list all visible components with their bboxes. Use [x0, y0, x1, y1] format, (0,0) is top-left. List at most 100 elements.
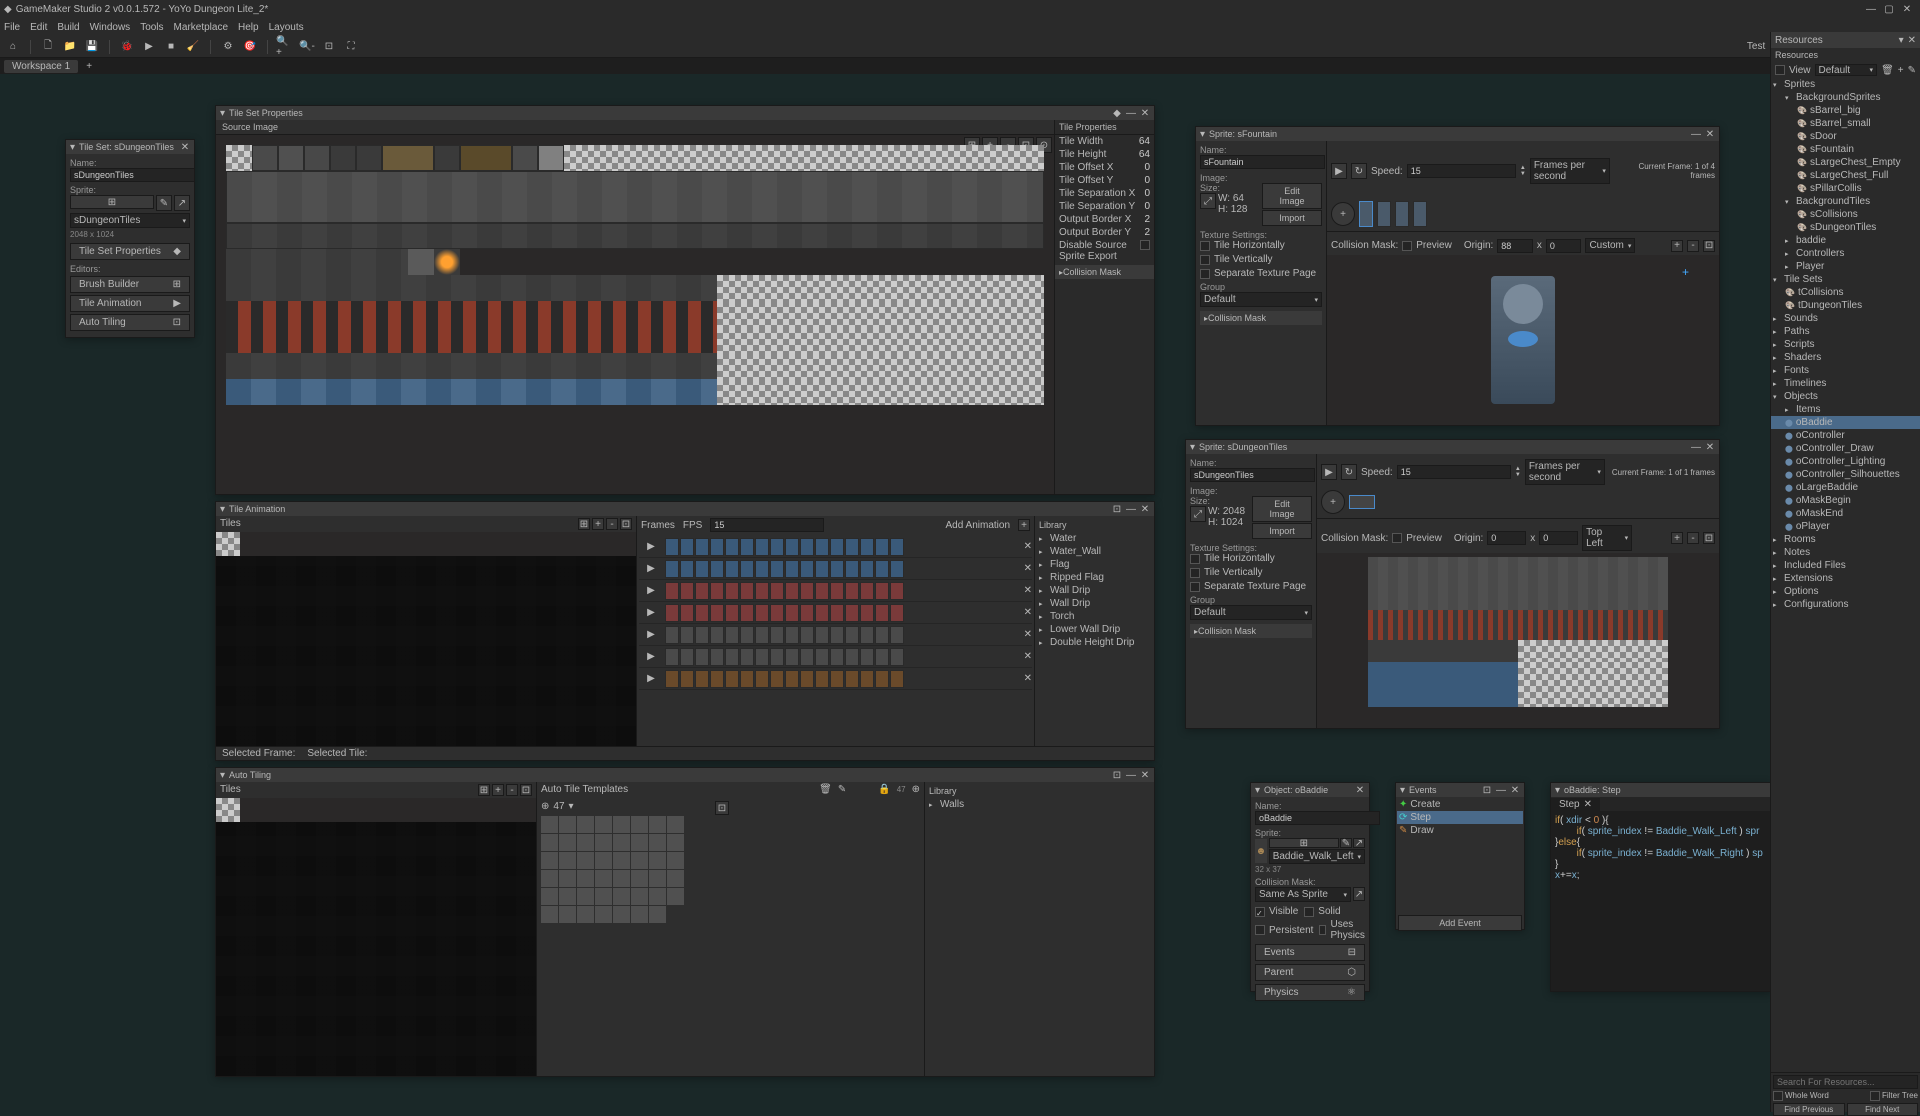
add-template-icon[interactable]: ⊕ [541, 801, 549, 812]
tree-obj-item[interactable]: oPlayer [1771, 520, 1920, 533]
visible-checkbox[interactable] [1255, 907, 1265, 917]
preview-checkbox[interactable] [1392, 533, 1402, 543]
tree-obj-item[interactable]: oMaskBegin [1771, 494, 1920, 507]
tree-sprite-item[interactable]: sDoor [1771, 130, 1920, 143]
origin-mode-dropdown[interactable]: Top Left [1582, 525, 1632, 551]
filter-tree-checkbox[interactable] [1870, 1091, 1880, 1101]
menu-marketplace[interactable]: Marketplace [174, 22, 228, 33]
home-button[interactable]: ⌂ [4, 38, 22, 56]
speed-input[interactable] [1407, 164, 1516, 178]
collapse-icon[interactable]: — [1126, 108, 1136, 118]
tree-tilesets[interactable]: Tile Sets [1771, 273, 1920, 286]
add-icon[interactable]: + [1018, 519, 1030, 531]
zoom-out-button[interactable]: - [606, 518, 618, 530]
frame-thumb[interactable] [1359, 201, 1373, 227]
tree-timelines[interactable]: Timelines [1771, 377, 1920, 390]
zoom-out-button[interactable]: - [506, 784, 518, 796]
frame-thumb[interactable] [1395, 201, 1409, 227]
origin-mode-dropdown[interactable]: Custom [1585, 238, 1635, 253]
brush-builder-button[interactable]: Brush Builder⊞ [70, 276, 190, 293]
find-prev-button[interactable]: Find Previous [1773, 1103, 1845, 1116]
dropdown-icon[interactable]: ▾ [1899, 35, 1904, 46]
pin-icon[interactable]: ◆ [1112, 108, 1122, 118]
tree-options[interactable]: Options [1771, 585, 1920, 598]
add-icon[interactable]: ⊕ [912, 784, 920, 795]
auto-tiling-button[interactable]: Auto Tiling⊡ [70, 314, 190, 331]
minimize-button[interactable]: — [1864, 2, 1878, 16]
physics-button[interactable]: Physics⚛ [1255, 984, 1365, 1001]
tree-sounds[interactable]: Sounds [1771, 312, 1920, 325]
tile-v-checkbox[interactable] [1190, 568, 1200, 578]
search-input[interactable] [1773, 1075, 1918, 1089]
lib-item[interactable]: Lower Wall Drip [1037, 623, 1152, 636]
collapse-icon[interactable]: — [1691, 129, 1701, 139]
close-button[interactable]: ✕ [1900, 2, 1914, 16]
zoom-fit-button[interactable]: ⊡ [1703, 532, 1715, 544]
event-create[interactable]: ✦Create [1397, 798, 1523, 811]
tree-obj-item[interactable]: oController_Lighting [1771, 455, 1920, 468]
edit-sprite-button[interactable]: ✎ [1340, 838, 1352, 848]
sprite-menu-button[interactable]: ↗ [1353, 838, 1365, 848]
add-animation-button[interactable]: Add Animation [946, 520, 1011, 531]
tree-sprite-item[interactable]: sBarrel_small [1771, 117, 1920, 130]
sep-page-checkbox[interactable] [1200, 269, 1210, 279]
fps-input[interactable] [710, 518, 824, 532]
menu-edit[interactable]: Edit [30, 22, 47, 33]
group-dropdown[interactable]: Default [1200, 292, 1322, 307]
zoom-in-button[interactable]: + [492, 784, 504, 796]
tile-h-checkbox[interactable] [1190, 554, 1200, 564]
tree-sprite-item[interactable]: sFountain [1771, 143, 1920, 156]
zoom-fit-button[interactable]: ⊡ [620, 518, 632, 530]
down-icon[interactable]: ▼ [1515, 472, 1521, 478]
menu-tools[interactable]: Tools [140, 22, 163, 33]
origin-x-input[interactable] [1487, 531, 1526, 545]
tile-animation-button[interactable]: Tile Animation▶ [70, 295, 190, 312]
zoom-fit-button[interactable]: ⊡ [320, 38, 338, 56]
down-icon[interactable]: ▼ [1520, 171, 1526, 177]
tile-width-value[interactable]: 64 [1139, 136, 1150, 147]
lib-walls-item[interactable]: Walls [927, 798, 1152, 811]
close-icon[interactable]: ✕ [1584, 799, 1592, 810]
offset-y-value[interactable]: 0 [1144, 175, 1150, 186]
sprite-name-input[interactable] [1200, 155, 1325, 169]
group-dropdown[interactable]: Default [1190, 605, 1312, 620]
tree-sprite-item[interactable]: sBarrel_big [1771, 104, 1920, 117]
border-x-value[interactable]: 2 [1144, 214, 1150, 225]
lib-item[interactable]: Double Height Drip [1037, 636, 1152, 649]
delete-icon[interactable]: ✕ [1024, 673, 1032, 684]
resize-icon[interactable]: ⤢ [1200, 193, 1216, 209]
lib-item[interactable]: Water_Wall [1037, 545, 1152, 558]
play-button[interactable]: ▶ [1331, 163, 1347, 179]
delete-icon[interactable]: ✕ [1024, 563, 1032, 574]
find-next-button[interactable]: Find Next [1847, 1103, 1919, 1116]
tile-h-checkbox[interactable] [1200, 241, 1210, 251]
event-draw[interactable]: ✎Draw [1397, 824, 1523, 837]
sprite-name-input[interactable] [1190, 468, 1315, 482]
collapse-icon[interactable]: — [1126, 504, 1136, 514]
edit-image-button[interactable]: Edit Image [1252, 496, 1312, 522]
new-button[interactable]: 🗋 [39, 38, 57, 56]
edit-sprite-button[interactable]: ✎ [156, 195, 172, 211]
delete-icon[interactable]: ✕ [1024, 629, 1032, 640]
collision-dropdown[interactable]: Same As Sprite [1255, 887, 1351, 902]
tree-sprite-item[interactable]: sLargeChest_Full [1771, 169, 1920, 182]
expand-icon[interactable]: ⊡ [715, 801, 729, 815]
delete-icon[interactable]: 🗑 [1881, 65, 1894, 76]
tree-obj-item[interactable]: oLargeBaddie [1771, 481, 1920, 494]
loop-button[interactable]: ↻ [1341, 464, 1357, 480]
preview-checkbox[interactable] [1402, 241, 1412, 251]
close-icon[interactable]: ✕ [1908, 35, 1916, 46]
tree-items[interactable]: Items [1771, 403, 1920, 416]
tile-anim-canvas[interactable] [216, 532, 636, 746]
play-icon[interactable]: ▶ [647, 629, 655, 640]
resize-icon[interactable]: ⤢ [1190, 506, 1206, 522]
zoom-in-button[interactable]: + [592, 518, 604, 530]
close-icon[interactable]: ✕ [1140, 770, 1150, 780]
event-step[interactable]: ⟳Step [1397, 811, 1523, 824]
tree-obj-item[interactable]: oMaskEnd [1771, 507, 1920, 520]
add-event-button[interactable]: Add Event [1398, 915, 1522, 931]
tree-obaddie[interactable]: oBaddie [1771, 416, 1920, 429]
menu-file[interactable]: File [4, 22, 20, 33]
grid-button[interactable]: ⊞ [578, 518, 590, 530]
menu-help[interactable]: Help [238, 22, 259, 33]
